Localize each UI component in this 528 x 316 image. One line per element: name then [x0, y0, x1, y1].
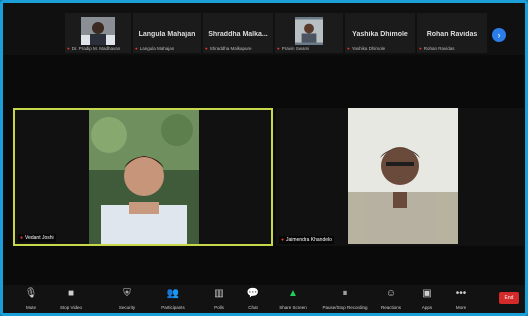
participant-sub-label: ● Dr. Pradip M. Madhavan [67, 46, 121, 51]
meeting-window: ● Dr. Pradip M. Madhavan Langula Mahajan … [0, 0, 528, 316]
participant-video [81, 17, 115, 45]
participant-name: Shraddha Malka... [208, 31, 268, 38]
participant-sub-label: ● Yashika Dhimole [347, 46, 386, 51]
participant-name-label: ● Jaimendra Khandelo [279, 236, 334, 244]
share-screen-button[interactable]: ▲ Share Screen [271, 287, 315, 311]
share-screen-icon: ▲ [288, 288, 298, 299]
participant-thumb[interactable]: Rohan Ravidas ● Rohan Ravidas [417, 13, 487, 53]
participants-strip: ● Dr. Pradip M. Madhavan Langula Mahajan … [3, 3, 525, 55]
stop-video-button[interactable]: ■ Stop Video [51, 287, 91, 311]
participant-sub-label: ● Pravin Swami [277, 46, 310, 51]
participant-name-label: ● Vedant Joshi [18, 234, 56, 242]
muted-mic-icon: ● [67, 46, 70, 51]
mic-icon: ● [20, 235, 24, 241]
mute-button[interactable]: 🎙 Mute [11, 287, 51, 311]
reactions-button[interactable]: ☺ Reactions [371, 287, 411, 311]
muted-mic-icon: ● [277, 46, 280, 51]
participant-name: Rohan Ravidas [426, 31, 478, 38]
participant-thumb[interactable]: Langula Mahajan ● Langula Mahajan [133, 13, 201, 53]
participant-name: Langula Mahajan [138, 31, 196, 38]
participants-icon: 👥 [166, 288, 180, 299]
video-camera-icon: ■ [67, 288, 75, 299]
muted-mic-icon: ● [419, 46, 422, 51]
chat-button[interactable]: 💬 Chat [233, 287, 273, 311]
participant-video [295, 17, 323, 45]
next-page-arrow-icon[interactable]: › [492, 28, 506, 42]
meeting-toolbar: 🎙 Mute ■ Stop Video ⛨ Security 👥 Partici… [3, 285, 525, 313]
participant-tile[interactable]: ● Jaimendra Khandelo [276, 108, 524, 246]
muted-mic-icon: ● [281, 237, 285, 243]
recording-button[interactable]: ⏸ Pause/Stop Recording [315, 287, 375, 311]
end-meeting-button[interactable]: End [499, 292, 519, 304]
speaker-gallery: ● Vedant Joshi ● Jaimendra Khandelo [3, 55, 525, 291]
security-button[interactable]: ⛨ Security [107, 287, 147, 311]
participant-video [89, 110, 199, 244]
more-icon: ••• [455, 288, 467, 299]
participant-sub-label: ● Shraddha Malkapure [205, 46, 252, 51]
participant-thumb[interactable]: Shraddha Malka... ● Shraddha Malkapure [203, 13, 273, 53]
smiley-icon: ☺ [385, 288, 397, 299]
participant-sub-label: ● Langula Mahajan [135, 46, 175, 51]
shield-icon: ⛨ [123, 288, 131, 299]
participant-thumb[interactable]: ● Pravin Swami [275, 13, 343, 53]
record-icon: ⏸ [342, 288, 348, 299]
microphone-icon: 🎙 [24, 288, 38, 299]
participants-button[interactable]: 👥 Participants [153, 287, 193, 311]
muted-mic-icon: ● [347, 46, 350, 51]
active-speaker-tile[interactable]: ● Vedant Joshi [13, 108, 273, 246]
participant-thumb[interactable]: Yashika Dhimole ● Yashika Dhimole [345, 13, 415, 53]
more-button[interactable]: ••• More [441, 287, 481, 311]
muted-mic-icon: ● [205, 46, 208, 51]
participant-video [348, 108, 458, 244]
participant-name: Yashika Dhimole [352, 31, 408, 38]
muted-mic-icon: ● [135, 46, 138, 51]
participant-sub-label: ● Rohan Ravidas [419, 46, 455, 51]
participant-thumb[interactable]: ● Dr. Pradip M. Madhavan [65, 13, 131, 53]
chat-icon: 💬 [246, 288, 260, 299]
